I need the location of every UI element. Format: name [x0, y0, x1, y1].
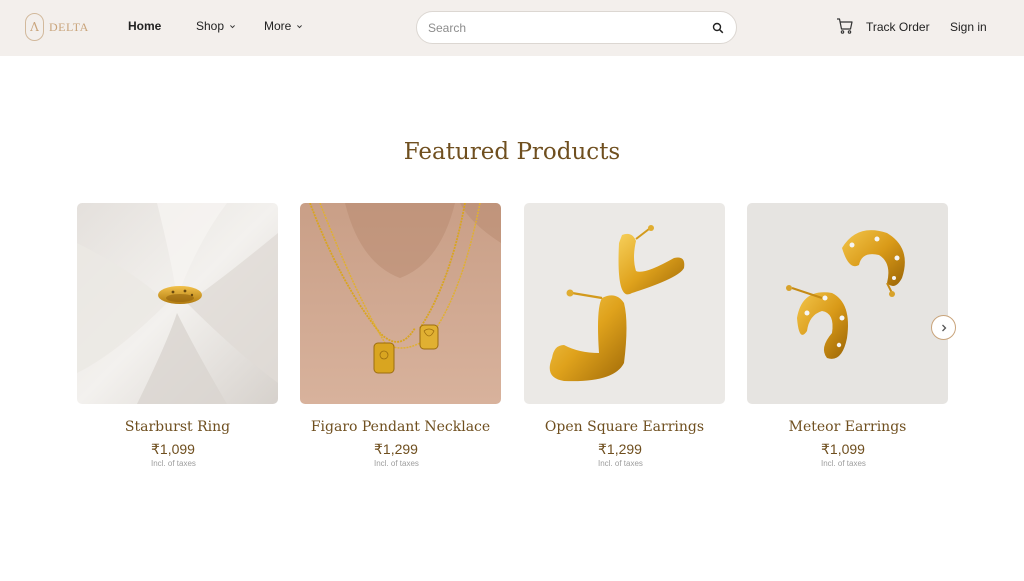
track-order-link[interactable]: Track Order — [866, 20, 930, 34]
nav-shop-dropdown[interactable]: Shop — [196, 19, 236, 33]
cart-icon[interactable] — [836, 17, 854, 35]
product-price: ₹1,099 — [821, 441, 865, 457]
chevron-down-icon — [297, 24, 303, 28]
product-image[interactable] — [300, 203, 501, 404]
nav-home-label: Home — [128, 19, 162, 33]
product-price: ₹1,299 — [598, 441, 642, 457]
top-navigation-bar: Λ DELTA Home Shop More Track Order Sign … — [0, 0, 1024, 56]
product-price: ₹1,099 — [151, 441, 195, 457]
product-card[interactable]: Meteor Earrings ₹1,099 Incl. of taxes — [747, 203, 948, 468]
logo-mark-icon: Λ — [25, 13, 44, 41]
product-name[interactable]: Figaro Pendant Necklace — [300, 419, 501, 435]
tax-note: Incl. of taxes — [374, 459, 419, 468]
carousel-next-button[interactable] — [931, 315, 956, 340]
search-bar — [416, 11, 737, 44]
tax-note: Incl. of taxes — [821, 459, 866, 468]
product-card[interactable]: Open Square Earrings ₹1,299 Incl. of tax… — [524, 203, 725, 468]
nav-shop-label: Shop — [196, 19, 225, 33]
product-card[interactable]: Figaro Pendant Necklace ₹1,299 Incl. of … — [300, 203, 501, 468]
nav-more-dropdown[interactable]: More — [264, 19, 303, 33]
product-image[interactable] — [747, 203, 948, 404]
product-card[interactable]: Starburst Ring ₹1,099 Incl. of taxes — [77, 203, 278, 468]
section-title: Featured Products — [403, 139, 621, 165]
logo-text: DELTA — [49, 19, 89, 34]
sign-in-link[interactable]: Sign in — [950, 20, 987, 34]
product-name[interactable]: Starburst Ring — [77, 419, 278, 435]
tax-note: Incl. of taxes — [151, 459, 196, 468]
nav-home-link[interactable]: Home — [128, 19, 161, 33]
tax-note: Incl. of taxes — [598, 459, 643, 468]
product-price: ₹1,299 — [374, 441, 418, 457]
product-image[interactable] — [524, 203, 725, 404]
nav-more-label: More — [264, 19, 292, 33]
product-name[interactable]: Meteor Earrings — [747, 419, 948, 435]
brand-logo[interactable]: Λ DELTA — [25, 13, 89, 41]
product-name[interactable]: Open Square Earrings — [524, 419, 725, 435]
search-icon[interactable] — [712, 22, 724, 34]
chevron-down-icon — [230, 24, 235, 28]
search-input[interactable] — [428, 20, 708, 35]
product-image[interactable] — [77, 203, 278, 404]
chevron-right-icon — [941, 324, 946, 331]
